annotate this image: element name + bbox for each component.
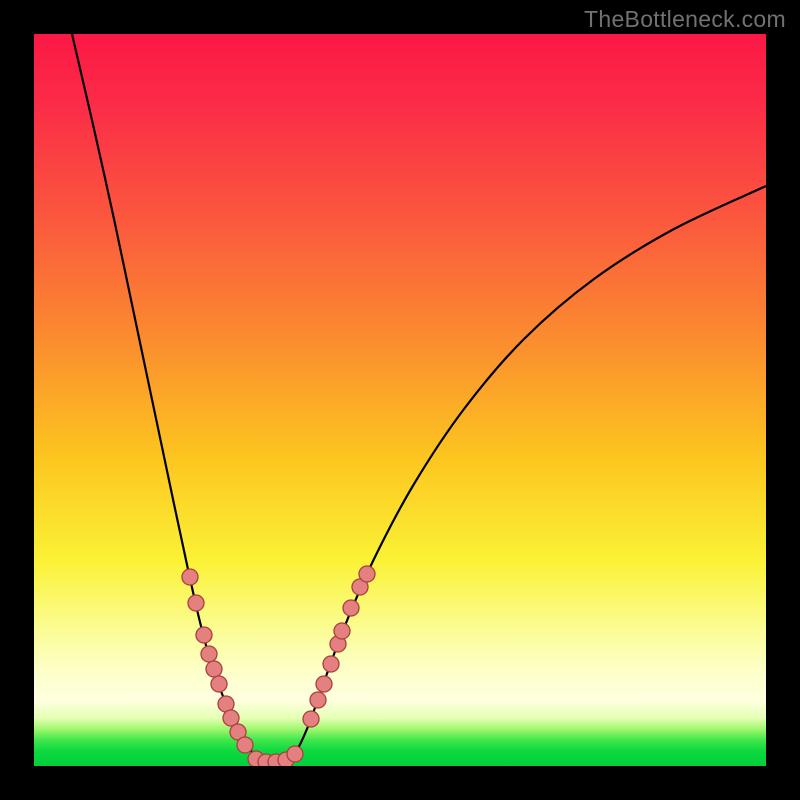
data-dot	[359, 566, 375, 582]
data-dot	[206, 661, 222, 677]
data-dot	[334, 623, 350, 639]
watermark-text: TheBottleneck.com	[584, 6, 786, 33]
plot-area	[34, 34, 766, 766]
data-dot	[237, 737, 253, 753]
data-dot	[303, 711, 319, 727]
data-dot	[343, 600, 359, 616]
data-dot	[287, 746, 303, 762]
data-dot	[196, 627, 212, 643]
data-dot	[316, 676, 332, 692]
data-dot	[188, 595, 204, 611]
bottleneck-curve	[72, 34, 766, 763]
data-dot	[211, 676, 227, 692]
chart-svg	[34, 34, 766, 766]
data-dot	[323, 656, 339, 672]
data-dots	[182, 566, 375, 766]
data-dot	[201, 646, 217, 662]
data-dot	[182, 569, 198, 585]
data-dot	[310, 692, 326, 708]
outer-frame: TheBottleneck.com	[0, 0, 800, 800]
